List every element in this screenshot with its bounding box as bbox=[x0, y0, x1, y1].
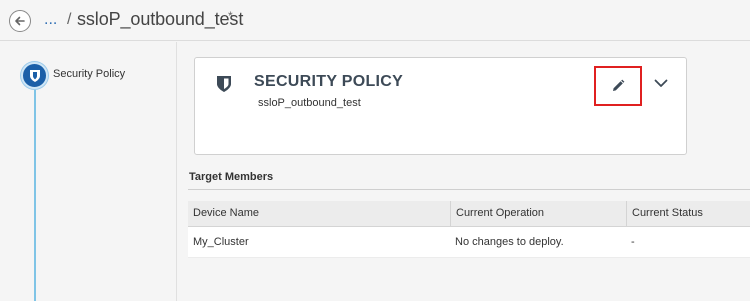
shield-icon bbox=[29, 69, 40, 82]
step-navigation: Security Policy bbox=[0, 42, 177, 301]
arrow-left-icon bbox=[15, 16, 25, 26]
column-header-current-operation[interactable]: Current Operation bbox=[450, 201, 626, 227]
card-title: SECURITY POLICY bbox=[254, 73, 404, 90]
top-bar: ... / ssloP_outbound_test * bbox=[0, 0, 750, 41]
timeline-line bbox=[34, 88, 36, 301]
back-button[interactable] bbox=[9, 10, 31, 32]
main-content: SECURITY POLICY ssloP_outbound_test Targ… bbox=[178, 42, 750, 301]
card-subtitle: ssloP_outbound_test bbox=[258, 97, 361, 109]
table-header-row: Device Name Current Operation Current St… bbox=[188, 201, 750, 227]
shield-icon bbox=[217, 76, 231, 92]
target-members-heading: Target Members bbox=[189, 171, 274, 183]
chevron-down-icon bbox=[654, 79, 668, 87]
cell-current-status: - bbox=[631, 236, 635, 248]
step-security-policy-button[interactable] bbox=[21, 62, 48, 89]
unsaved-indicator: * bbox=[228, 9, 233, 23]
column-header-device-name[interactable]: Device Name bbox=[188, 201, 450, 227]
table-row[interactable]: My_Cluster No changes to deploy. - bbox=[188, 227, 750, 258]
target-members-table: Device Name Current Operation Current St… bbox=[188, 201, 750, 258]
breadcrumb-separator: / bbox=[67, 11, 72, 28]
cell-device-name: My_Cluster bbox=[193, 236, 249, 248]
security-policy-card: SECURITY POLICY ssloP_outbound_test bbox=[194, 57, 687, 155]
breadcrumb-ellipsis-link[interactable]: ... bbox=[44, 11, 57, 29]
column-header-current-status[interactable]: Current Status bbox=[626, 201, 750, 227]
cell-current-operation: No changes to deploy. bbox=[455, 236, 564, 248]
edit-button[interactable] bbox=[594, 66, 642, 106]
page-title: ssloP_outbound_test bbox=[77, 9, 244, 29]
section-divider bbox=[188, 189, 750, 190]
expand-button[interactable] bbox=[652, 76, 670, 90]
step-label-security-policy[interactable]: Security Policy bbox=[53, 68, 125, 80]
pencil-icon bbox=[613, 79, 625, 91]
